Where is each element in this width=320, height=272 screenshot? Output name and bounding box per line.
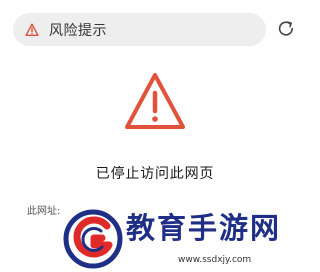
url-label: 此网址: xyxy=(27,206,61,217)
watermark-title: 教育手游网 xyxy=(126,211,282,245)
watermark: 教育手游网 www.ssdxjy.com xyxy=(60,207,310,272)
watermark-url: www.ssdxjy.com xyxy=(178,255,252,265)
warning-triangle-icon xyxy=(25,23,39,37)
address-bar[interactable]: 风险提示 xyxy=(13,13,266,46)
address-bar-text: 风险提示 xyxy=(49,22,107,39)
page-title: 已停止访问此网页 xyxy=(95,166,215,182)
watermark-logo-icon xyxy=(63,209,123,269)
warning-triangle-icon xyxy=(123,71,187,133)
reload-icon[interactable] xyxy=(276,19,296,39)
risk-warning-page: 风险提示 已停止访问此网页 此网址: 教育手游网 www.ssdxjy.com xyxy=(0,0,310,272)
